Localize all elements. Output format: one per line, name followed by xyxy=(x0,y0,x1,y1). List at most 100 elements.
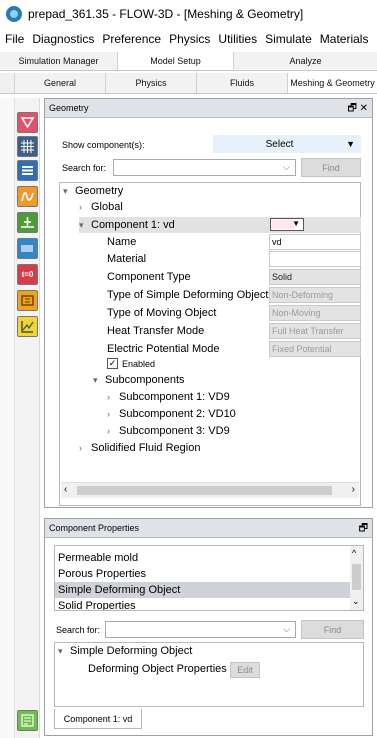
baffle-icon[interactable] xyxy=(17,238,38,259)
prop-label-electric-potential: Electric Potential Mode xyxy=(107,343,220,355)
deforming-object-edit-button[interactable]: Edit xyxy=(230,662,260,678)
component-properties-header: Component Properties 🗗 xyxy=(45,519,372,538)
tree-node-subcomponent-2[interactable]: › Subcomponent 2: VD10 xyxy=(107,408,236,420)
expanded-chevron-icon: ▾ xyxy=(93,374,98,385)
tree-node-subcomponent-1[interactable]: › Subcomponent 1: VD9 xyxy=(107,391,230,403)
tab-analyze[interactable]: Analyze xyxy=(234,52,377,70)
prop-label-heat-transfer: Heat Transfer Mode xyxy=(107,325,205,337)
horizontal-scrollbar[interactable]: ‹ › xyxy=(61,482,359,498)
enabled-checkbox-row[interactable]: ✓ Enabled xyxy=(107,358,155,369)
top-tab-bar: Simulation Manager Model Setup Analyze xyxy=(0,52,377,71)
component-properties-tree: ▾ Simple Deforming Object Deforming Objec… xyxy=(54,642,364,707)
prop-label-component-type: Component Type xyxy=(107,271,191,283)
probe-icon[interactable] xyxy=(17,212,38,233)
tab-general[interactable]: General xyxy=(15,73,106,93)
sub-tab-spacer xyxy=(0,73,15,93)
prop-deforming-type-field: Non-Deforming xyxy=(269,287,361,303)
component-properties-search-input[interactable]: ⌵ xyxy=(105,621,296,638)
tab-fluids[interactable]: Fluids xyxy=(197,73,288,93)
menu-bar: File Diagnostics Preference Physics Util… xyxy=(0,28,377,50)
boundary-icon[interactable] xyxy=(17,186,38,207)
geometry-panel-title: Geometry xyxy=(49,103,89,113)
mesh-grid-icon[interactable] xyxy=(17,136,38,157)
collapsed-chevron-icon: › xyxy=(107,392,110,402)
show-components-select[interactable]: Select ▼ xyxy=(213,135,361,153)
layers-icon[interactable] xyxy=(17,160,38,181)
list-item-simple-deforming-object[interactable]: Simple Deforming Object xyxy=(55,582,351,598)
scroll-down-icon[interactable]: ⌄ xyxy=(352,596,360,607)
tab-simulation-manager[interactable]: Simulation Manager xyxy=(0,52,118,70)
menu-file[interactable]: File xyxy=(0,32,28,46)
component-color-swatch xyxy=(272,220,294,229)
menu-physics[interactable]: Physics xyxy=(165,32,214,46)
tree-node-component-1[interactable]: ▾ Component 1: vd xyxy=(79,217,361,233)
tree-node-solidified-fluid[interactable]: › Solidified Fluid Region xyxy=(79,442,200,454)
window-title: prepad_361.35 - FLOW-3D - [Meshing & Geo… xyxy=(28,7,304,21)
prop-label-name: Name xyxy=(107,236,137,248)
geometry-panel-header: Geometry 🗗 ✕ xyxy=(45,99,372,118)
panel-float-close-icon[interactable]: 🗗 ✕ xyxy=(347,101,368,118)
collapsed-chevron-icon: › xyxy=(107,409,110,419)
menu-help[interactable]: H xyxy=(372,32,377,46)
dropdown-arrow-icon: ▼ xyxy=(346,139,355,149)
component-tab[interactable]: Component 1: vd xyxy=(54,709,142,729)
tree-node-simple-deforming-object[interactable]: ▾ Simple Deforming Object xyxy=(58,645,192,657)
scrollbar-thumb[interactable] xyxy=(77,486,332,495)
expanded-chevron-icon: ▾ xyxy=(58,645,63,656)
tab-model-setup[interactable]: Model Setup xyxy=(118,52,234,70)
component-properties-list: Permeable mold Porous Properties Simple … xyxy=(54,545,364,611)
menu-utilities[interactable]: Utilities xyxy=(214,32,261,46)
component-color-picker[interactable]: ▼ xyxy=(270,218,304,231)
prop-moving-type-field: Non-Moving xyxy=(269,305,361,321)
dropdown-arrow-icon: ▼ xyxy=(292,219,300,228)
title-bar: prepad_361.35 - FLOW-3D - [Meshing & Geo… xyxy=(0,0,377,28)
prop-label-moving-type: Type of Moving Object xyxy=(107,307,217,319)
component-properties-find-button[interactable]: Find xyxy=(301,620,364,639)
component-properties-title: Component Properties xyxy=(49,523,140,533)
vertical-scrollbar[interactable]: ^ ⌄ xyxy=(350,546,363,610)
search-for-label: Search for: xyxy=(56,625,101,635)
geometry-find-button[interactable]: Find xyxy=(301,158,361,177)
tree-node-subcomponent-3[interactable]: › Subcomponent 3: VD9 xyxy=(107,425,230,437)
expanded-chevron-icon: ▾ xyxy=(79,219,84,230)
prop-name-field[interactable]: vd xyxy=(269,234,361,250)
prop-electric-potential-field: Fixed Potential xyxy=(269,341,361,357)
chevron-down-icon: ⌵ xyxy=(283,162,290,172)
show-components-label: Show component(s): xyxy=(62,140,145,150)
tree-node-geometry[interactable]: ▾ Geometry xyxy=(63,185,123,197)
prop-label-material: Material xyxy=(107,253,147,265)
graph-icon[interactable] xyxy=(17,316,38,337)
menu-diagnostics[interactable]: Diagnostics xyxy=(28,32,98,46)
tree-node-subcomponents[interactable]: ▾ Subcomponents xyxy=(93,374,185,386)
initial-condition-icon[interactable]: t=0 xyxy=(17,264,38,285)
list-item-porous-properties[interactable]: Porous Properties xyxy=(55,566,351,582)
tab-physics[interactable]: Physics xyxy=(106,73,197,93)
search-for-label: Search for: xyxy=(62,163,107,173)
output-icon[interactable] xyxy=(17,290,38,311)
scroll-up-icon[interactable]: ^ xyxy=(352,548,356,558)
tools-icon[interactable] xyxy=(17,710,38,731)
prop-material-field[interactable] xyxy=(269,251,361,267)
prop-heat-transfer-field: Full Heat Transfer xyxy=(269,323,361,339)
geometry-tool-icon[interactable] xyxy=(17,112,38,133)
component-properties-panel: Component Properties 🗗 Permeable mold Po… xyxy=(44,518,373,736)
list-item-solid-properties[interactable]: Solid Properties xyxy=(55,598,351,610)
left-toolbar: t=0 xyxy=(15,98,40,738)
enabled-label: Enabled xyxy=(122,358,156,369)
geometry-tree: ▾ Geometry › Global ▾ Component 1: vd ▼ Nam… xyxy=(59,182,361,506)
prop-label-deforming-type: Type of Simple Deforming Object xyxy=(107,289,269,301)
tree-node-global[interactable]: › Global xyxy=(79,201,123,213)
menu-preference[interactable]: Preference xyxy=(98,32,165,46)
menu-materials[interactable]: Materials xyxy=(316,32,373,46)
scroll-left-icon[interactable]: ‹ xyxy=(64,484,67,495)
deforming-object-properties-label: Deforming Object Properties xyxy=(88,663,227,675)
menu-simulate[interactable]: Simulate xyxy=(261,32,316,46)
tab-meshing-geometry[interactable]: Meshing & Geometry xyxy=(288,73,377,93)
panel-float-icon[interactable]: 🗗 xyxy=(359,521,368,538)
geometry-search-input[interactable]: ⌵ xyxy=(113,159,296,176)
left-edge-strip xyxy=(0,98,15,738)
scrollbar-thumb[interactable] xyxy=(352,564,361,590)
list-item-permeable-mold[interactable]: Permeable mold xyxy=(55,550,351,566)
scroll-right-icon[interactable]: › xyxy=(352,484,355,495)
enabled-checkbox[interactable]: ✓ xyxy=(107,358,118,369)
